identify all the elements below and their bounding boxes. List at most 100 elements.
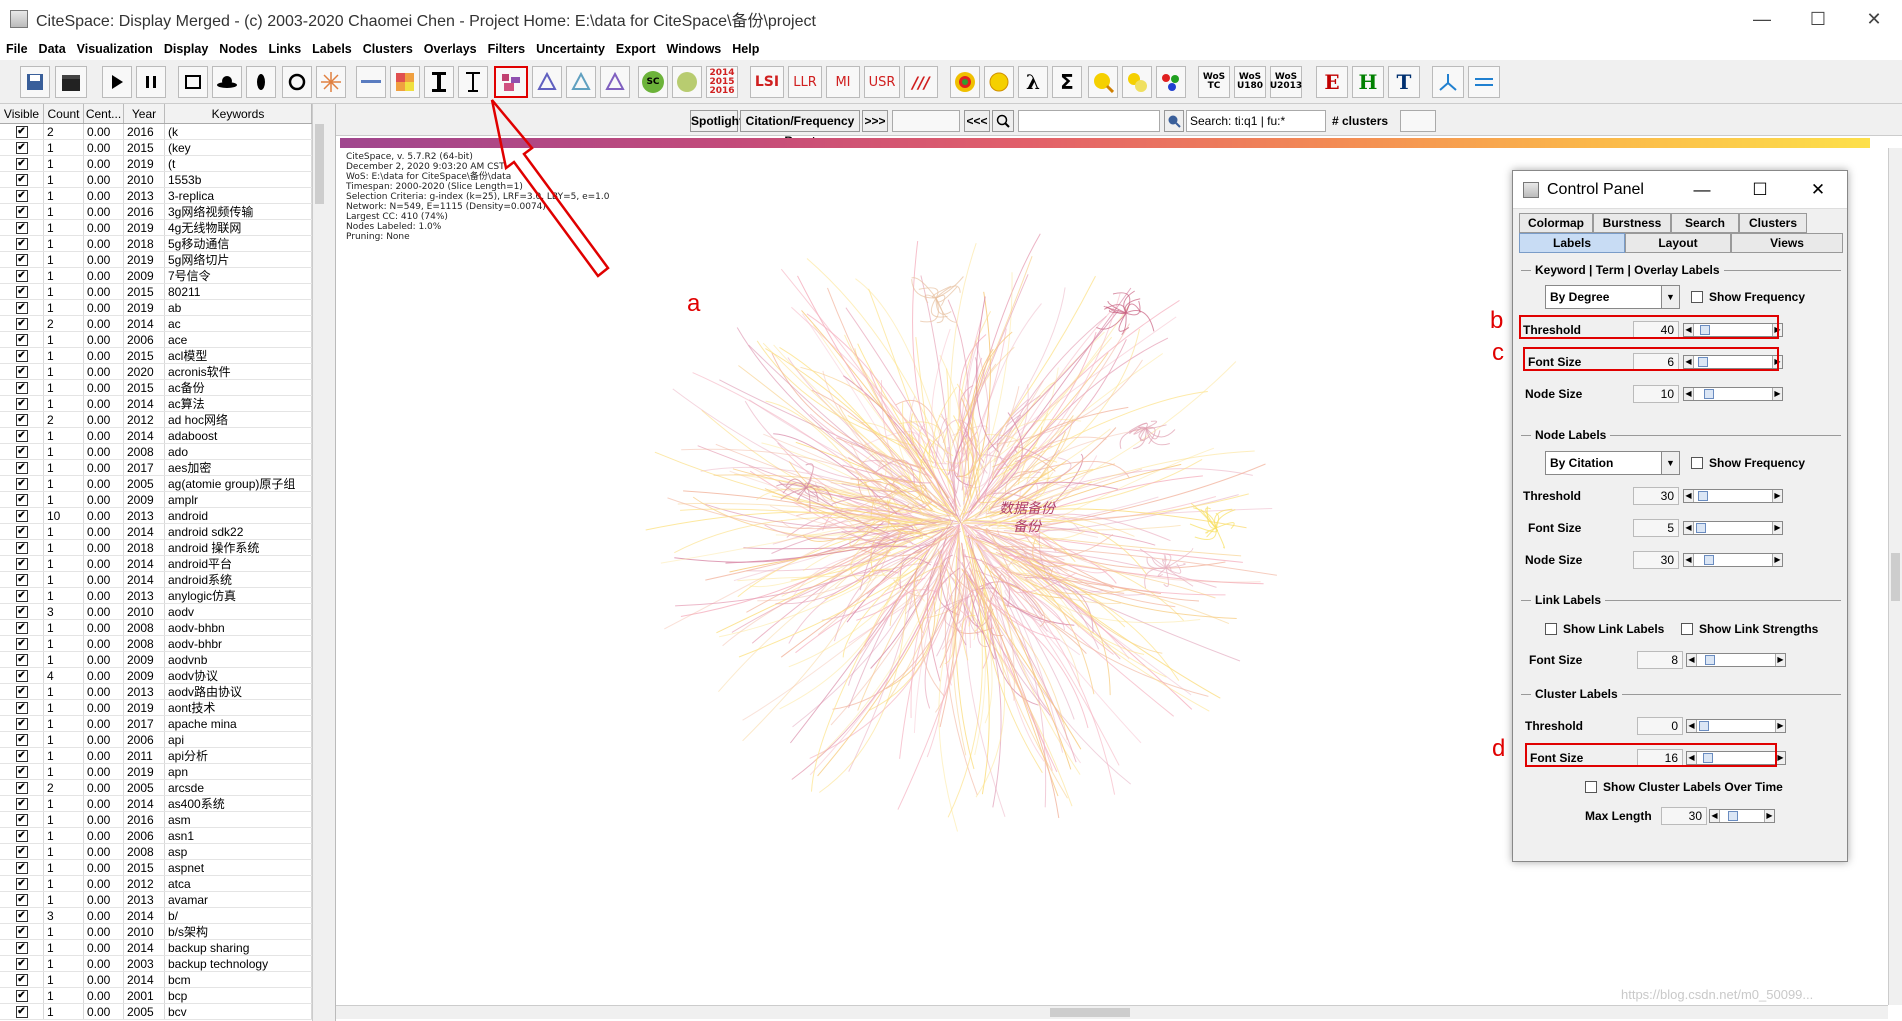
checkmark-icon[interactable]: ✔ xyxy=(15,557,28,570)
table-row[interactable]: ✔ 10 0.00 2013 android xyxy=(0,508,312,524)
table-row[interactable]: ✔ 1 0.00 2018 android 操作系统 xyxy=(0,540,312,556)
checkmark-icon[interactable]: ✔ xyxy=(15,749,28,762)
checkmark-icon[interactable]: ✔ xyxy=(15,141,28,154)
e-button[interactable]: E xyxy=(1316,66,1348,98)
visible-checkbox[interactable]: ✔ xyxy=(0,124,44,139)
table-row[interactable]: ✔ 1 0.00 2012 atca xyxy=(0,876,312,892)
dots-icon[interactable] xyxy=(1156,66,1186,98)
column-header-count[interactable]: Count xyxy=(44,104,84,123)
close-button[interactable]: ✕ xyxy=(1789,171,1847,209)
visible-checkbox[interactable]: ✔ xyxy=(0,524,44,539)
table-row[interactable]: ✔ 1 0.00 2005 bcv xyxy=(0,1004,312,1020)
burst-icon[interactable] xyxy=(316,66,346,98)
table-row[interactable]: ✔ 1 0.00 2014 backup sharing xyxy=(0,940,312,956)
layout-icon[interactable] xyxy=(1468,66,1500,98)
checkmark-icon[interactable]: ✔ xyxy=(15,1005,28,1018)
visible-checkbox[interactable]: ✔ xyxy=(0,652,44,667)
visible-checkbox[interactable]: ✔ xyxy=(0,556,44,571)
visible-checkbox[interactable]: ✔ xyxy=(0,236,44,251)
checkmark-icon[interactable]: ✔ xyxy=(15,525,28,538)
visible-checkbox[interactable]: ✔ xyxy=(0,636,44,651)
visible-checkbox[interactable]: ✔ xyxy=(0,572,44,587)
visible-checkbox[interactable]: ✔ xyxy=(0,268,44,283)
table-row[interactable]: ✔ 1 0.00 2017 apache mina xyxy=(0,716,312,732)
checkmark-icon[interactable]: ✔ xyxy=(15,189,28,202)
table-row[interactable]: ✔ 3 0.00 2010 aodv xyxy=(0,604,312,620)
table-row[interactable]: ✔ 1 0.00 2009 aodvnb xyxy=(0,652,312,668)
table-row[interactable]: ✔ 1 0.00 2014 as400系统 xyxy=(0,796,312,812)
table-row[interactable]: ✔ 1 0.00 2001 bcp xyxy=(0,988,312,1004)
node-node-size-value[interactable]: 30 xyxy=(1633,551,1679,569)
tab-views[interactable]: Views xyxy=(1731,233,1843,253)
checkmark-icon[interactable]: ✔ xyxy=(15,509,28,522)
checkmark-icon[interactable]: ✔ xyxy=(15,493,28,506)
table-row[interactable]: ✔ 3 0.00 2014 b/ xyxy=(0,908,312,924)
llr-button[interactable]: LLR xyxy=(788,66,822,98)
tab-labels[interactable]: Labels xyxy=(1519,233,1625,253)
checkmark-icon[interactable]: ✔ xyxy=(15,461,28,474)
checkmark-icon[interactable]: ✔ xyxy=(15,349,28,362)
table-row[interactable]: ✔ 1 0.00 2008 aodv-bhbn xyxy=(0,620,312,636)
table-row[interactable]: ✔ 1 0.00 2009 amplr xyxy=(0,492,312,508)
checkmark-icon[interactable]: ✔ xyxy=(15,285,28,298)
visible-checkbox[interactable]: ✔ xyxy=(0,396,44,411)
sun-icon[interactable] xyxy=(984,66,1014,98)
checkmark-icon[interactable]: ✔ xyxy=(15,957,28,970)
visible-checkbox[interactable]: ✔ xyxy=(0,732,44,747)
table-row[interactable]: ✔ 1 0.00 2010 b/s架构 xyxy=(0,924,312,940)
table-row[interactable]: ✔ 1 0.00 2006 api xyxy=(0,732,312,748)
visible-checkbox[interactable]: ✔ xyxy=(0,364,44,379)
visible-checkbox[interactable]: ✔ xyxy=(0,588,44,603)
lambda-icon[interactable]: λ xyxy=(1018,66,1048,98)
visible-checkbox[interactable]: ✔ xyxy=(0,156,44,171)
checkmark-icon[interactable]: ✔ xyxy=(15,477,28,490)
checkmark-icon[interactable]: ✔ xyxy=(15,717,28,730)
visible-checkbox[interactable]: ✔ xyxy=(0,412,44,427)
table-row[interactable]: ✔ 1 0.00 2019 (t xyxy=(0,156,312,172)
table-row[interactable]: ✔ 1 0.00 2014 ac算法 xyxy=(0,396,312,412)
scrollbar-thumb[interactable] xyxy=(1891,553,1900,601)
visible-checkbox[interactable]: ✔ xyxy=(0,476,44,491)
checkmark-icon[interactable]: ✔ xyxy=(15,573,28,586)
menu-clusters[interactable]: Clusters xyxy=(363,42,413,56)
minimize-button[interactable]: — xyxy=(1734,0,1790,38)
pair-icon[interactable] xyxy=(1122,66,1152,98)
table-row[interactable]: ✔ 1 0.00 2013 anylogic仿真 xyxy=(0,588,312,604)
checkmark-icon[interactable]: ✔ xyxy=(15,909,28,922)
checkmark-icon[interactable]: ✔ xyxy=(15,669,28,682)
visible-checkbox[interactable]: ✔ xyxy=(0,972,44,987)
visible-checkbox[interactable]: ✔ xyxy=(0,140,44,155)
keyword-label-by-select[interactable]: By Degree ▼ xyxy=(1545,285,1680,309)
table-row[interactable]: ✔ 1 0.00 2008 asp xyxy=(0,844,312,860)
column-header-centrality[interactable]: Cent... xyxy=(84,104,124,123)
checkmark-icon[interactable]: ✔ xyxy=(15,221,28,234)
burst-button[interactable]: Citation/Frequency Burst xyxy=(740,110,860,148)
cluster-max-length-value[interactable]: 30 xyxy=(1661,807,1707,825)
table-row[interactable]: ✔ 1 0.00 2003 backup technology xyxy=(0,956,312,972)
visible-checkbox[interactable]: ✔ xyxy=(0,844,44,859)
refresh-icon[interactable] xyxy=(282,66,312,98)
menu-uncertainty[interactable]: Uncertainty xyxy=(536,42,605,56)
zoom-icon[interactable] xyxy=(992,110,1014,132)
visible-checkbox[interactable]: ✔ xyxy=(0,812,44,827)
table-row[interactable]: ✔ 2 0.00 2014 ac xyxy=(0,316,312,332)
checkmark-icon[interactable]: ✔ xyxy=(15,685,28,698)
table-row[interactable]: ✔ 1 0.00 2006 asn1 xyxy=(0,828,312,844)
years-button[interactable]: 2014 2015 2016 xyxy=(706,66,738,98)
lsi-button[interactable]: LSI xyxy=(750,66,784,98)
tab-colormap[interactable]: Colormap xyxy=(1519,213,1593,233)
table-scrollbar[interactable] xyxy=(312,104,326,1021)
visible-checkbox[interactable]: ✔ xyxy=(0,188,44,203)
wos-u2013-button[interactable]: WoS U2013 xyxy=(1270,66,1302,98)
search-node-icon[interactable] xyxy=(1088,66,1118,98)
checkmark-icon[interactable]: ✔ xyxy=(15,541,28,554)
checkmark-icon[interactable]: ✔ xyxy=(15,893,28,906)
visible-checkbox[interactable]: ✔ xyxy=(0,380,44,395)
table-row[interactable]: ✔ 1 0.00 2011 api分析 xyxy=(0,748,312,764)
visible-checkbox[interactable]: ✔ xyxy=(0,252,44,267)
next-button[interactable]: >>> xyxy=(862,110,888,132)
sigma-icon[interactable]: Σ xyxy=(1052,66,1082,98)
table-row[interactable]: ✔ 1 0.00 2020 acronis软件 xyxy=(0,364,312,380)
table-row[interactable]: ✔ 1 0.00 2018 5g移动通信 xyxy=(0,236,312,252)
table-row[interactable]: ✔ 1 0.00 2008 aodv-bhbr xyxy=(0,636,312,652)
